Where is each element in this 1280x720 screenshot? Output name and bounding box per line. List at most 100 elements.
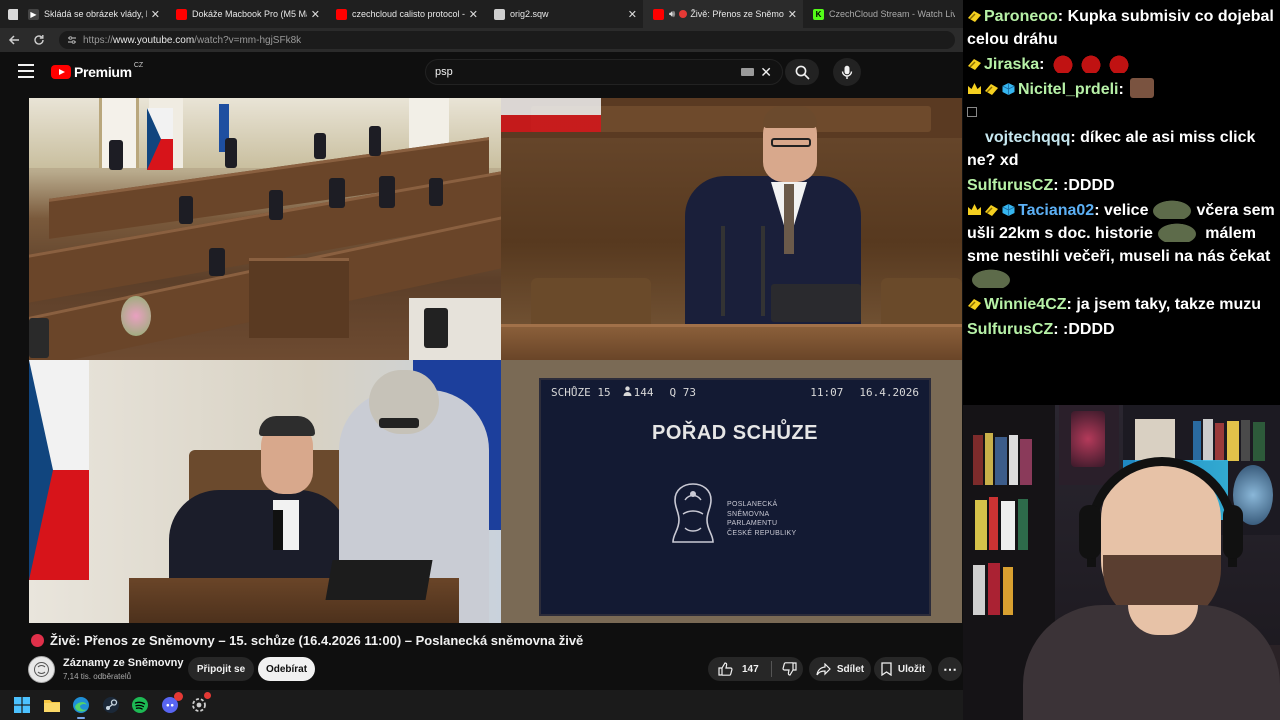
bookmark-icon xyxy=(881,662,892,676)
board-present: 144 xyxy=(633,386,654,399)
youtube-icon xyxy=(653,8,664,20)
reload-button[interactable] xyxy=(27,28,51,52)
chat-message: vojtechqqq: díkec ale asi miss click ne?… xyxy=(967,103,1276,172)
kick-icon: K xyxy=(813,8,824,20)
emote-icon xyxy=(1078,53,1103,73)
tab-item-active[interactable]: 🔊︎ Živě: Přenos ze Sněmovny ✕ xyxy=(643,0,803,28)
microphone-icon xyxy=(841,65,853,79)
search-button[interactable] xyxy=(785,59,819,85)
like-divider xyxy=(770,661,772,677)
person-icon xyxy=(623,386,632,399)
browser-tab-bar: ▶ Skládá se obrázek vlády, která s ✕ Dok… xyxy=(0,0,963,28)
back-button[interactable] xyxy=(2,28,26,52)
broken-image-icon xyxy=(967,107,977,117)
file-icon xyxy=(494,8,505,20)
window-icon xyxy=(8,8,18,20)
like-button[interactable]: 147 xyxy=(718,662,759,676)
tab-item[interactable]: czechcloud calisto protocol - YouT ✕ xyxy=(326,0,484,28)
taskbar-steam[interactable] xyxy=(101,695,121,715)
reload-icon xyxy=(34,35,44,45)
sub-badge-icon xyxy=(968,59,981,70)
crown-badge-icon xyxy=(968,83,981,94)
speaker-icon[interactable]: 🔊︎ xyxy=(669,9,675,20)
emote-icon xyxy=(1150,199,1195,219)
sub-badge-icon xyxy=(985,205,998,216)
sub-badge-icon xyxy=(968,11,981,22)
emote-icon xyxy=(1130,78,1155,98)
close-tab-icon[interactable]: ✕ xyxy=(469,8,478,21)
chat-message: SulfurusCZ: :DDDD xyxy=(967,177,1115,194)
folder-icon xyxy=(43,699,60,712)
like-count: 147 xyxy=(742,663,759,675)
stream-chat: Paroneoo: Kupka submisiv co dojebal celo… xyxy=(963,0,1280,405)
url-path: /watch?v=mm-hgjSFk8k xyxy=(194,34,302,46)
more-icon: ⋯ xyxy=(943,660,957,677)
chat-message: Winnie4CZ: ja jsem taky, takze muzu xyxy=(967,293,1276,316)
sub-badge-icon xyxy=(968,299,981,310)
close-tab-icon[interactable]: ✕ xyxy=(151,8,160,21)
taskbar-app[interactable] xyxy=(189,692,211,715)
search-icon xyxy=(795,65,810,80)
taskbar-edge-browser[interactable] xyxy=(71,695,91,719)
hamburger-menu-icon[interactable] xyxy=(18,64,34,78)
close-tab-icon[interactable]: ✕ xyxy=(788,8,797,21)
youtube-icon xyxy=(336,8,347,20)
subscribe-button[interactable]: Odebírat xyxy=(258,657,315,681)
clear-search-icon[interactable]: ✕ xyxy=(760,64,772,81)
chat-message: SulfurusCZ: :DDDD xyxy=(967,321,1115,338)
more-actions-button[interactable]: ⋯ xyxy=(938,657,962,681)
board-q: Q 73 xyxy=(669,386,696,399)
emote-icon xyxy=(1106,53,1131,73)
channel-name[interactable]: Záznamy ze Sněmovny xyxy=(63,657,183,669)
start-button[interactable] xyxy=(12,695,32,715)
youtube-header: Premium CZ ✕ xyxy=(0,52,963,92)
chat-message: Paroneoo: Kupka submisiv co dojebal celo… xyxy=(967,8,1274,48)
tab-item[interactable]: K CzechCloud Stream - Watch Live o xyxy=(803,0,961,28)
windows-taskbar xyxy=(0,690,963,720)
close-tab-icon[interactable]: ✕ xyxy=(628,8,637,21)
youtube-logo[interactable]: Premium CZ xyxy=(51,62,143,80)
board-crest-text: POSLANECKÁ SNĚMOVNA PARLAMENTU ČESKÉ REP… xyxy=(727,501,797,537)
chat-message: Taciana02: velice včera sem ušli 22km s d… xyxy=(967,199,1276,291)
gem-badge-icon xyxy=(1002,83,1015,95)
like-dislike-group: 147 xyxy=(708,657,803,681)
taskbar-file-explorer[interactable] xyxy=(42,695,62,715)
tab-item[interactable]: ▶ Skládá se obrázek vlády, která s ✕ xyxy=(18,0,166,28)
dislike-button[interactable] xyxy=(782,662,797,676)
taskbar-discord[interactable] xyxy=(160,692,183,715)
video-chamber-view xyxy=(29,98,501,360)
live-indicator-icon xyxy=(679,10,688,18)
share-button[interactable]: Sdílet xyxy=(809,657,871,681)
url-field[interactable]: https://www.youtube.com/watch?v=mm-hgjSF… xyxy=(59,31,955,49)
voice-search-button[interactable] xyxy=(833,58,861,86)
search-box: ✕ xyxy=(425,59,783,85)
youtube-icon xyxy=(176,8,187,20)
site-info-icon[interactable] xyxy=(67,35,77,45)
streamer-webcam xyxy=(963,405,1280,720)
board-time: 11:07 xyxy=(810,386,844,399)
emote-icon xyxy=(1154,222,1199,242)
windows-logo-icon xyxy=(14,697,30,713)
join-button[interactable]: Připojit se xyxy=(188,657,254,681)
video-board-view: SCHŮZE 15 144 Q 73 11:07 16.4.2026 POŘAD… xyxy=(501,360,962,623)
close-tab-icon[interactable]: ✕ xyxy=(311,8,320,21)
channel-avatar[interactable] xyxy=(28,656,55,683)
tab-sidebar-toggle[interactable] xyxy=(0,0,18,28)
keyboard-icon[interactable] xyxy=(741,68,755,76)
crown-badge-icon xyxy=(968,204,981,215)
save-button[interactable]: Uložit xyxy=(874,657,932,681)
edge-browser-icon xyxy=(73,697,89,713)
emote-icon xyxy=(969,268,1013,288)
url-host: www.youtube.com xyxy=(113,34,195,46)
notification-badge xyxy=(204,692,211,699)
taskbar-spotify[interactable] xyxy=(130,695,150,715)
url-prefix: https:// xyxy=(83,34,114,46)
tab-item[interactable]: orig2.sqw ✕ xyxy=(484,0,643,28)
youtube-play-icon xyxy=(51,65,71,79)
search-input[interactable] xyxy=(435,66,742,78)
tab-item[interactable]: Dokáže Macbook Pro (M5 Max) ro ✕ xyxy=(166,0,326,28)
video-player[interactable]: SCHŮZE 15 144 Q 73 11:07 16.4.2026 POŘAD… xyxy=(29,98,962,623)
session-info-board: SCHŮZE 15 144 Q 73 11:07 16.4.2026 POŘAD… xyxy=(539,378,931,616)
notification-badge xyxy=(173,692,183,701)
emote-icon xyxy=(1050,53,1075,73)
